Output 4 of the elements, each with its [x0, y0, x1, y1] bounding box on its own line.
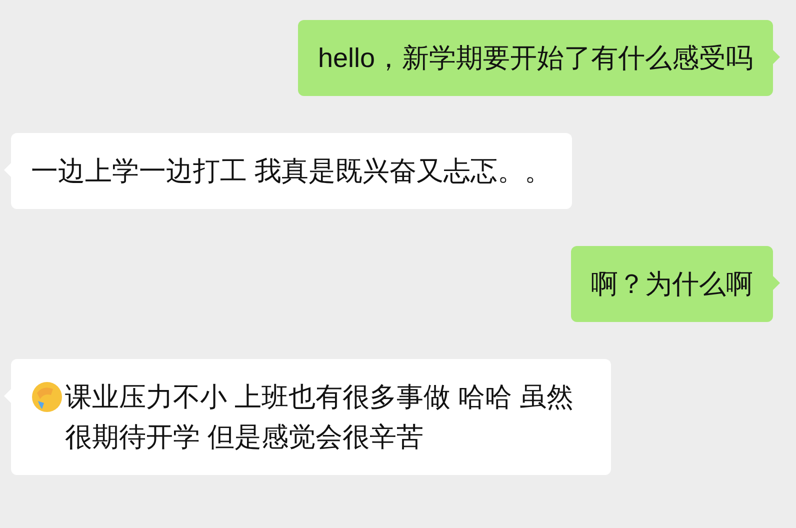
message-text: hello，新学期要开始了有什么感受吗: [318, 43, 753, 73]
message-text: 课业压力不小 上班也有很多事做 哈哈 虽然很期待开学 但是感觉会很辛苦: [65, 381, 575, 454]
message-text: 一边上学一边打工 我真是既兴奋又忐忑。。: [31, 156, 552, 186]
message-text: 啊？为什么啊: [591, 269, 753, 299]
